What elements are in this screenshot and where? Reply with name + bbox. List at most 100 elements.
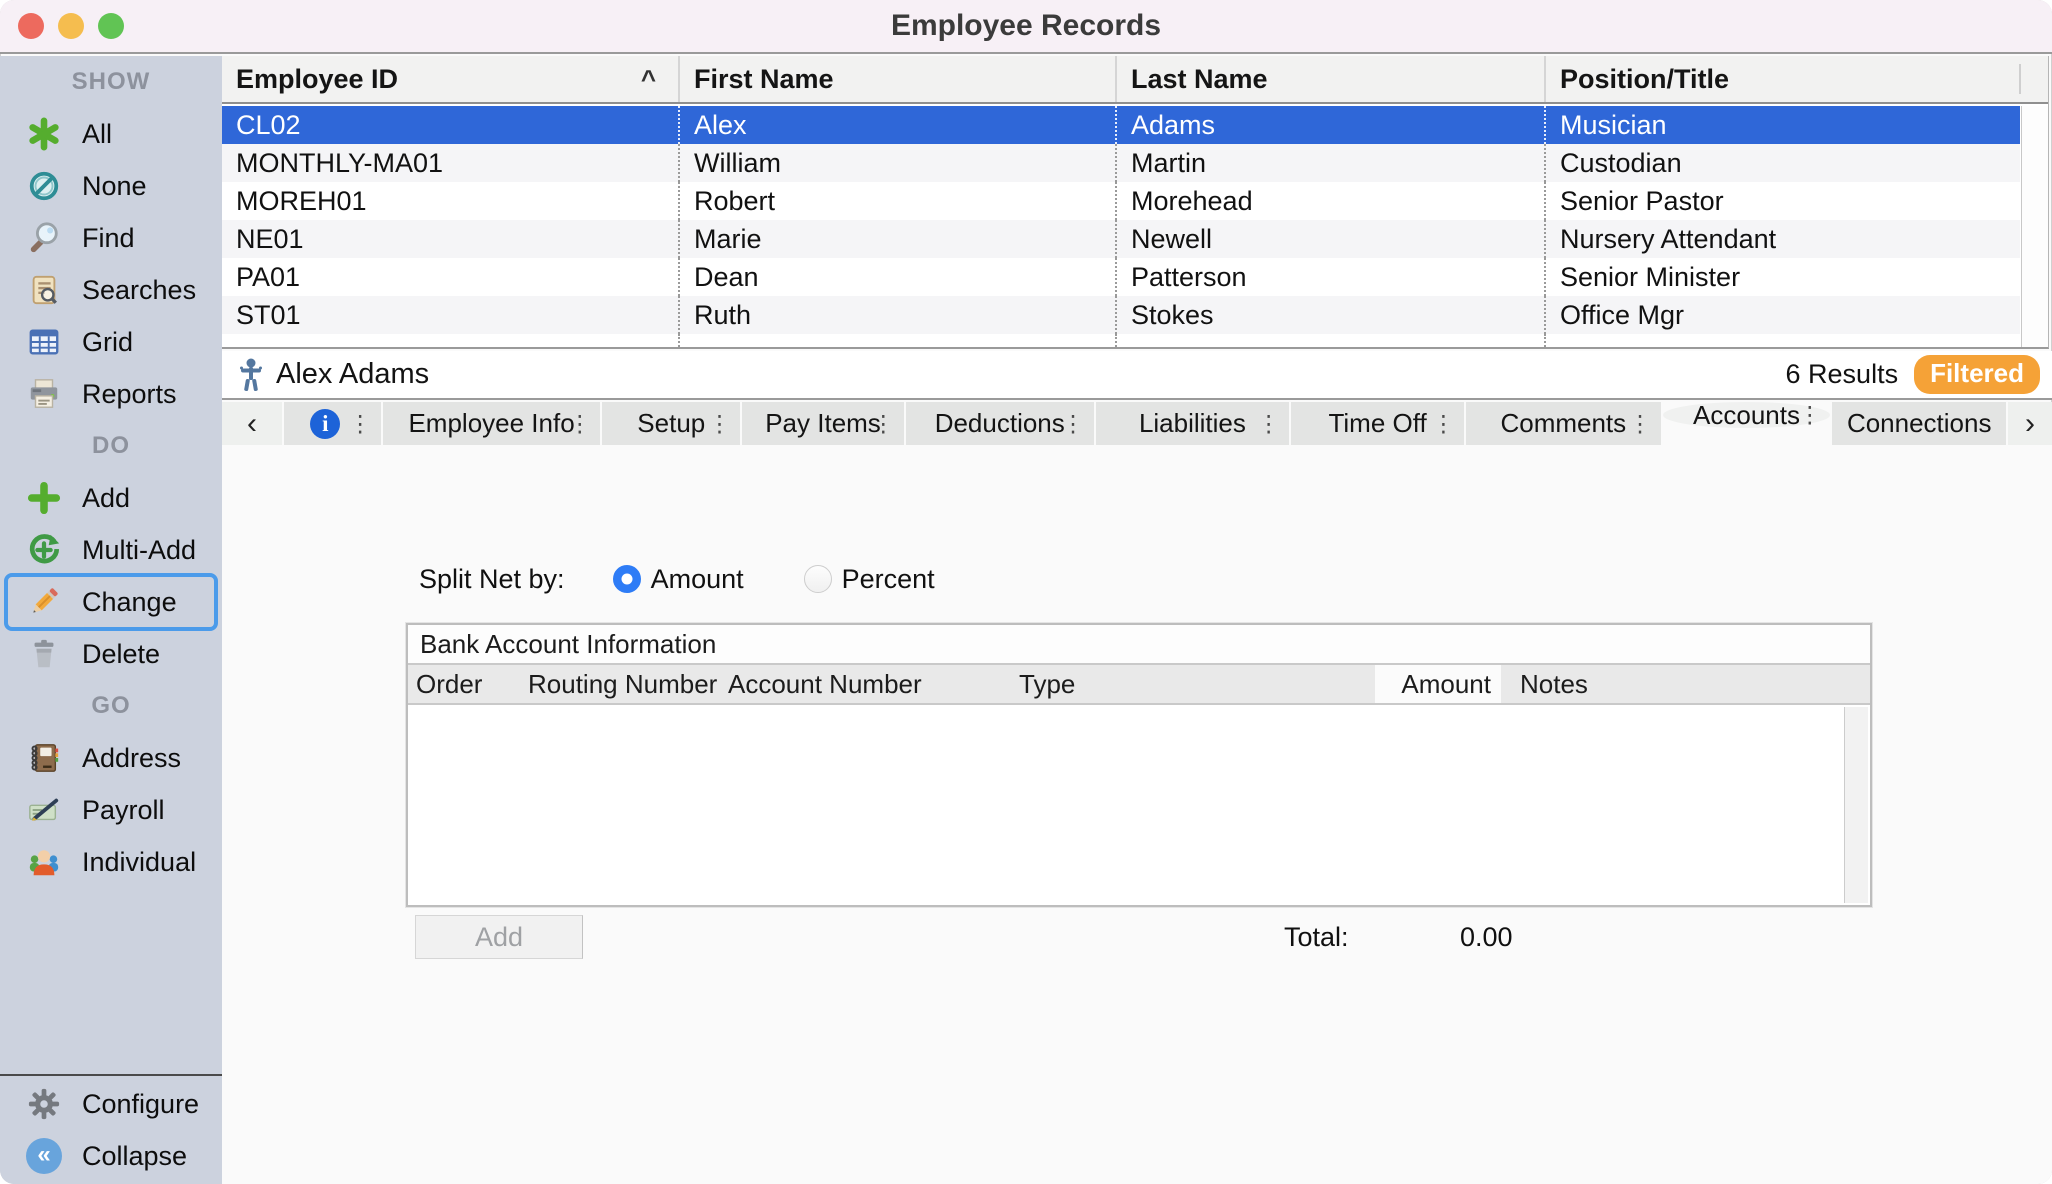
radio-option-percent[interactable]: Percent	[804, 564, 935, 595]
current-record-name: Alex Adams	[276, 358, 429, 391]
section-header-go: GO	[0, 680, 222, 732]
tab-deductions[interactable]: Deductions⋮	[906, 402, 1094, 445]
tab-comments[interactable]: Comments⋮	[1466, 402, 1661, 445]
total-value: 0.00	[1460, 922, 1513, 953]
tab-overflow-menu-icon[interactable]: ⋮	[708, 410, 731, 437]
bank-table-scrollbar[interactable]	[1844, 707, 1868, 903]
employee-row[interactable]: PA01 Dean Patterson Senior Minister	[222, 258, 2020, 296]
searches-scroll-icon	[26, 272, 62, 308]
section-header-show: SHOW	[0, 56, 222, 108]
cell-last-name: Morehead	[1117, 182, 1546, 220]
sidebar-item-label: Find	[82, 223, 135, 254]
sidebar-item-collapse[interactable]: « Collapse	[0, 1130, 222, 1182]
cell-first-name: Ruth	[680, 296, 1117, 334]
cell-employee-id: NE01	[222, 220, 680, 258]
sort-ascending-icon: ^	[641, 64, 678, 95]
sidebar-item-address[interactable]: Address	[0, 732, 222, 784]
close-button[interactable]	[18, 13, 44, 39]
cell-employee-id: ST01	[222, 296, 680, 334]
tab-overflow-menu-icon[interactable]: ⋮	[1257, 410, 1280, 437]
add-bank-account-button[interactable]: Add	[415, 915, 583, 959]
employee-rows: CL02 Alex Adams Musician MONTHLY-MA01 Wi…	[222, 106, 2020, 347]
column-header-routing-number: Routing Number	[528, 665, 717, 703]
tabs-scroll-left-button[interactable]: ‹	[222, 402, 282, 445]
tab-info[interactable]: i⋮	[284, 402, 381, 445]
cell-last-name: Stokes	[1117, 296, 1546, 334]
tab-time-off[interactable]: Time Off⋮	[1291, 402, 1464, 445]
tab-setup[interactable]: Setup⋮	[602, 402, 740, 445]
column-header-amount: Amount	[1375, 665, 1501, 703]
tab-accounts[interactable]: Accounts⋮	[1663, 402, 1831, 428]
sidebar-item-none[interactable]: None	[0, 160, 222, 212]
minimize-button[interactable]	[58, 13, 84, 39]
sidebar-item-label: Searches	[82, 275, 196, 306]
column-header-last-name[interactable]: Last Name	[1117, 56, 1546, 102]
employee-row[interactable]: MOREH01 Robert Morehead Senior Pastor	[222, 182, 2020, 220]
sidebar-item-label: Payroll	[82, 795, 165, 826]
employee-row-selected[interactable]: CL02 Alex Adams Musician	[222, 106, 2020, 144]
tab-overflow-menu-icon[interactable]: ⋮	[568, 410, 591, 437]
collapse-circle-icon: «	[26, 1138, 62, 1174]
sidebar-item-payroll[interactable]: Payroll	[0, 784, 222, 836]
cell-position: Senior Minister	[1546, 258, 2020, 296]
column-header-type: Type	[1019, 665, 1075, 703]
cell-first-name: Dean	[680, 258, 1117, 296]
info-icon: i	[310, 409, 340, 439]
find-magnifier-icon	[26, 220, 62, 256]
cell-employee-id: CL02	[222, 106, 680, 144]
sidebar-item-searches[interactable]: Searches	[0, 264, 222, 316]
column-header-employee-id[interactable]: Employee ID^	[222, 56, 680, 102]
sidebar-item-multi-add[interactable]: Multi-Add	[0, 524, 222, 576]
tab-overflow-menu-icon[interactable]: ⋮	[1798, 402, 1821, 429]
sidebar-item-label: Change	[82, 587, 177, 618]
filtered-badge[interactable]: Filtered	[1914, 355, 2040, 394]
tab-overflow-menu-icon[interactable]: ⋮	[349, 410, 372, 437]
tab-connections[interactable]: Connections	[1832, 402, 2006, 445]
bank-table-body-empty	[408, 707, 1870, 905]
tab-overflow-menu-icon[interactable]: ⋮	[1062, 410, 1085, 437]
sidebar-item-configure[interactable]: Configure	[0, 1078, 222, 1130]
multi-add-icon	[26, 532, 62, 568]
tab-pay-items[interactable]: Pay Items⋮	[742, 402, 904, 445]
split-net-by-label: Split Net by:	[419, 564, 565, 595]
cell-first-name: William	[680, 144, 1117, 182]
sidebar-item-label: Individual	[82, 847, 196, 878]
traffic-lights	[18, 0, 124, 52]
titlebar: Employee Records	[0, 0, 2052, 54]
bank-account-information-panel: Bank Account Information Order Routing N…	[406, 623, 1872, 907]
employee-list-table: Employee ID^ First Name Last Name Positi…	[222, 56, 2049, 349]
total-label: Total:	[1284, 922, 1349, 953]
radio-label: Amount	[651, 564, 744, 595]
tab-overflow-menu-icon[interactable]: ⋮	[872, 410, 895, 437]
sidebar-item-reports[interactable]: Reports	[0, 368, 222, 420]
sidebar-item-delete[interactable]: Delete	[0, 628, 222, 680]
main-area: Employee ID^ First Name Last Name Positi…	[222, 56, 2052, 1184]
employee-table-scrollbar[interactable]	[2021, 106, 2048, 347]
column-header-first-name[interactable]: First Name	[680, 56, 1117, 102]
employee-row[interactable]: MONTHLY-MA01 William Martin Custodian	[222, 144, 2020, 182]
sidebar-item-find[interactable]: Find	[0, 212, 222, 264]
tab-overflow-menu-icon[interactable]: ⋮	[1432, 410, 1455, 437]
radio-unselected-icon	[804, 565, 832, 593]
tab-overflow-menu-icon[interactable]: ⋮	[1629, 410, 1652, 437]
sidebar-item-all[interactable]: All	[0, 108, 222, 160]
employee-row[interactable]: ST01 Ruth Stokes Office Mgr	[222, 296, 2020, 334]
sidebar-item-change[interactable]: Change	[0, 576, 222, 628]
current-record-bar: Alex Adams 6 Results Filtered	[222, 351, 2052, 400]
cell-first-name: Alex	[680, 106, 1117, 144]
tab-employee-info[interactable]: Employee Info⋮	[383, 402, 601, 445]
sidebar-item-label: Multi-Add	[82, 535, 196, 566]
sidebar-item-grid[interactable]: Grid	[0, 316, 222, 368]
column-header-position-title[interactable]: Position/Title	[1546, 56, 2048, 102]
tab-liabilities[interactable]: Liabilities⋮	[1096, 402, 1290, 445]
chevron-right-icon: ›	[2025, 407, 2035, 441]
sidebar-item-individual[interactable]: Individual	[0, 836, 222, 888]
zoom-button[interactable]	[98, 13, 124, 39]
cell-employee-id: MONTHLY-MA01	[222, 144, 680, 182]
sidebar-item-label: Configure	[82, 1089, 199, 1120]
sidebar-item-add[interactable]: Add	[0, 472, 222, 524]
employee-row[interactable]: NE01 Marie Newell Nursery Attendant	[222, 220, 2020, 258]
tabs-scroll-right-button[interactable]: ›	[2008, 402, 2052, 445]
radio-option-amount[interactable]: Amount	[613, 564, 744, 595]
chevron-left-icon: ‹	[247, 407, 257, 441]
